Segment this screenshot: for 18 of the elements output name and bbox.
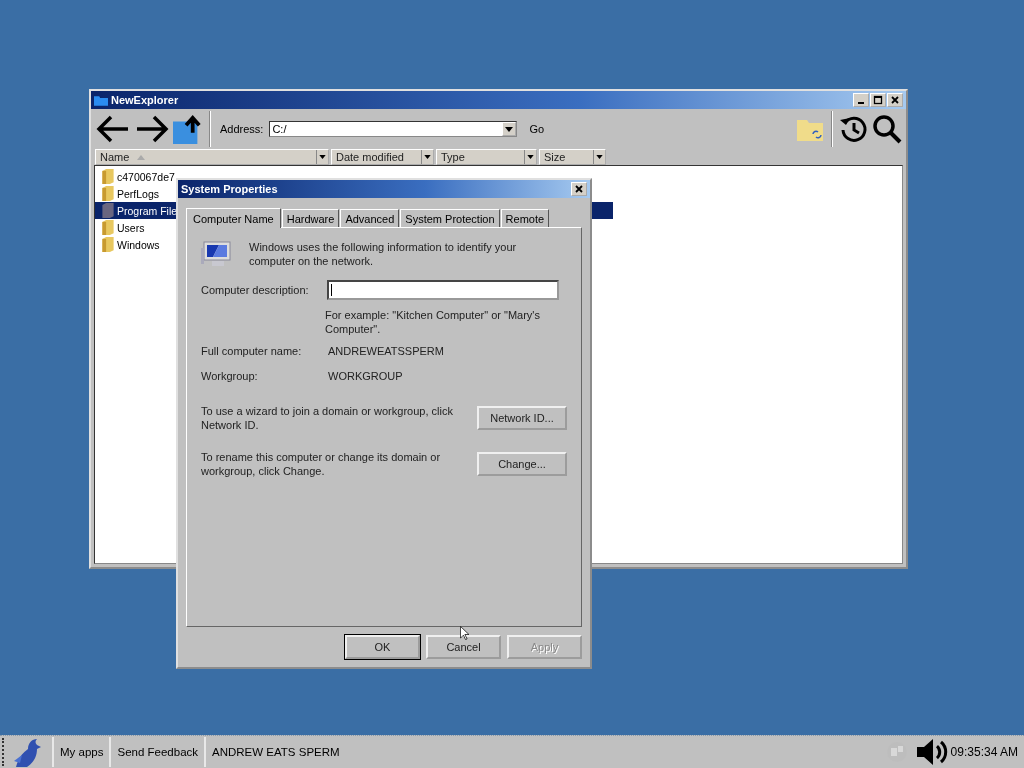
field-label: Workgroup: — [201, 370, 259, 382]
file-name: Users — [117, 221, 145, 234]
instruction-text: To rename this computer or change its domain or workgroup, click Change. — [201, 450, 442, 478]
intro-text: Windows uses the following information to identify your computer on the network. — [249, 240, 518, 268]
field-label: Computer description: — [201, 284, 310, 296]
file-name: PerfLogs — [117, 187, 160, 200]
instruction-text: To use a wizard to join a domain or workgroup, click Network ID. — [201, 404, 454, 432]
hint-text: For example: "Kitchen Computer" or "Mary's Computer". — [325, 308, 541, 336]
field-value: ANDREWEATSSPERM — [328, 345, 444, 357]
file-name: Windows — [117, 238, 160, 251]
clock: 09:35:34 AM — [950, 745, 1018, 759]
dialog-title: System Properties — [181, 183, 278, 195]
field-label: Full computer name: — [201, 345, 303, 357]
address-label: Address: — [219, 123, 265, 135]
file-name: c470067de7 — [117, 170, 175, 183]
window-title: NewExplorer — [111, 94, 179, 106]
field-value: WORKGROUP — [328, 370, 403, 382]
file-name: Program File — [117, 204, 178, 217]
